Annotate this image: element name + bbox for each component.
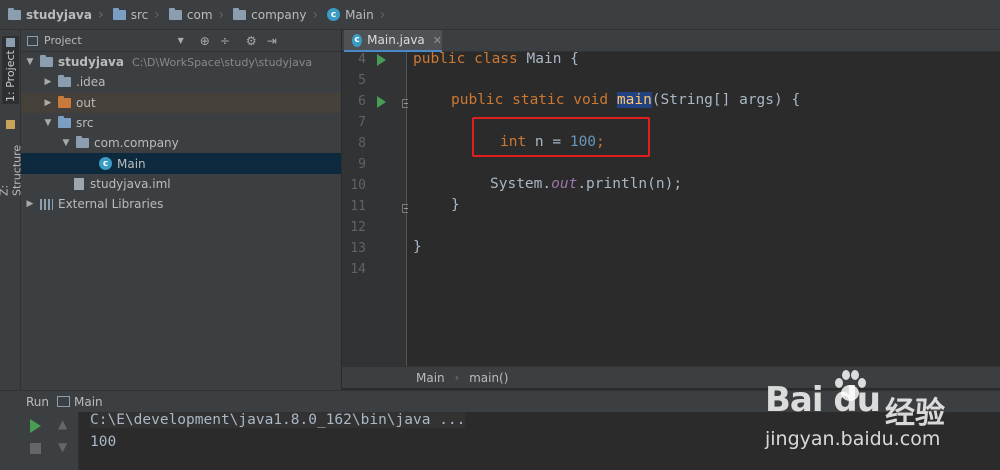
console-command-line: C:\E\development\java1.8.0_162\bin\java … [90, 412, 466, 428]
expand-right-icon[interactable]: ▶ [42, 98, 54, 108]
library-icon [40, 198, 53, 210]
console-output-line: 100 [90, 434, 117, 450]
code-editor[interactable]: public class Main { public static void m… [408, 51, 1000, 366]
project-folder-icon [8, 7, 21, 20]
tree-item-src[interactable]: ▼ src [21, 113, 341, 133]
chevron-right-icon: › [454, 371, 460, 384]
baidu-jingyan-watermark: Bai du 经验 jingyan.baidu.com [765, 370, 995, 467]
editor-gutter: 4 5 6 7 8 9 10 11 12 13 14 [342, 52, 411, 366]
arrow-down-icon[interactable]: ▼ [58, 440, 67, 454]
run-config-tab[interactable]: Main [74, 395, 103, 409]
collapse-icon[interactable]: ÷ [220, 34, 230, 48]
java-class-icon: c [352, 33, 363, 47]
left-tool-strip-bottom [0, 412, 21, 470]
java-class-icon: c [99, 157, 112, 171]
package-icon [76, 136, 89, 149]
nav-crumb-src[interactable]: src › [112, 0, 169, 30]
project-panel-header: Project ▼ ⊕ ÷ ⚙ ⇥ [21, 30, 341, 52]
navigation-bar: studyjava › src › com › company › c Main… [0, 0, 1000, 30]
expand-right-icon[interactable]: ▶ [24, 199, 36, 209]
line-number: 11 [350, 199, 366, 214]
tree-item-main[interactable]: c Main [21, 153, 341, 174]
chevron-right-icon: › [154, 6, 160, 23]
watermark-url: jingyan.baidu.com [765, 428, 941, 450]
run-toolbar: ▲ ▼ [21, 412, 79, 470]
code-line-4: public class Main { [413, 51, 579, 67]
tree-item-external-libraries[interactable]: ▶ External Libraries [21, 194, 341, 214]
project-view-icon [27, 35, 38, 46]
expand-right-icon[interactable]: ▶ [42, 77, 54, 87]
code-line-6: public static void main(String[] args) { [451, 92, 801, 108]
left-tool-strip: 1: Project Z: Structure [0, 30, 24, 390]
expand-down-icon[interactable]: ▼ [60, 138, 72, 148]
line-number: 9 [358, 157, 366, 172]
line-number: 10 [350, 178, 366, 193]
line-number: 14 [350, 262, 366, 277]
nav-crumb-com[interactable]: com › [168, 0, 233, 30]
line-number: 6 [358, 94, 366, 109]
run-class-icon[interactable] [377, 54, 386, 66]
code-line-11: } [451, 197, 460, 213]
breadcrumb-class[interactable]: Main [416, 371, 445, 385]
hide-icon[interactable]: ⇥ [267, 34, 277, 48]
locate-icon[interactable]: ⊕ [200, 34, 210, 48]
chevron-right-icon: › [379, 6, 386, 23]
paw-icon [835, 370, 866, 401]
code-line-10: System.out.println(n); [490, 176, 683, 192]
module-file-icon [74, 177, 84, 190]
arrow-up-icon[interactable]: ▲ [58, 417, 67, 431]
package-icon [168, 7, 182, 20]
java-class-icon: c [327, 8, 341, 21]
stop-icon[interactable] [30, 443, 41, 454]
tree-item-iml[interactable]: studyjava.iml [21, 174, 341, 194]
project-view-selector[interactable]: Project [44, 34, 82, 47]
line-number: 5 [358, 73, 366, 88]
chevron-right-icon: › [218, 6, 225, 23]
code-line-13: } [413, 239, 422, 255]
folder-icon [112, 7, 126, 20]
close-icon[interactable]: ✕ [433, 34, 442, 47]
project-icon [6, 37, 15, 47]
dropdown-arrow-icon[interactable]: ▼ [178, 36, 184, 45]
line-number: 8 [358, 136, 366, 151]
expand-down-icon[interactable]: ▼ [42, 118, 54, 128]
folder-icon [58, 75, 71, 88]
run-panel-label: Run [26, 394, 50, 409]
package-icon [233, 7, 247, 20]
nav-crumb-company[interactable]: company › [233, 0, 327, 30]
source-folder-icon [58, 116, 71, 129]
tab-structure[interactable]: Z: Structure [0, 120, 24, 196]
tab-project[interactable]: 1: Project [2, 36, 19, 104]
tree-item-out[interactable]: ▶ out [21, 92, 341, 113]
line-number: 7 [358, 115, 366, 130]
tree-item-com-company[interactable]: ▼ com.company [21, 133, 341, 153]
tree-item-idea[interactable]: ▶ .idea [21, 72, 341, 92]
nav-crumb-project[interactable]: studyjava › [8, 0, 113, 30]
gear-icon[interactable]: ⚙ [246, 34, 257, 48]
tab-main-java[interactable]: c Main.java ✕ [344, 30, 442, 52]
run-main-icon[interactable] [377, 96, 386, 108]
excluded-folder-icon [58, 95, 71, 108]
structure-icon [6, 120, 15, 129]
project-tree: ▼ studyjava C:\D\WorkSpace\study\studyja… [21, 52, 341, 214]
watermark-cn-text: 经验 [885, 396, 945, 431]
rerun-play-icon[interactable] [30, 419, 41, 433]
expand-down-icon[interactable]: ▼ [24, 57, 36, 67]
line-number: 12 [350, 220, 366, 235]
breadcrumb-method[interactable]: main() [469, 371, 508, 385]
chevron-right-icon: › [97, 6, 104, 23]
project-panel: Project ▼ ⊕ ÷ ⚙ ⇥ ▼ studyjava C:\D\WorkS… [21, 30, 342, 390]
line-number: 13 [350, 241, 366, 256]
editor-tab-bar: c Main.java ✕ [342, 30, 1000, 52]
run-config-icon [57, 396, 71, 407]
highlight-annotation-box [472, 117, 650, 157]
tree-item-studyjava[interactable]: ▼ studyjava C:\D\WorkSpace\study\studyja… [21, 52, 341, 72]
module-folder-icon [40, 55, 53, 68]
line-number: 4 [358, 52, 366, 67]
chevron-right-icon: › [312, 6, 319, 23]
nav-crumb-main[interactable]: c Main › [327, 0, 394, 30]
